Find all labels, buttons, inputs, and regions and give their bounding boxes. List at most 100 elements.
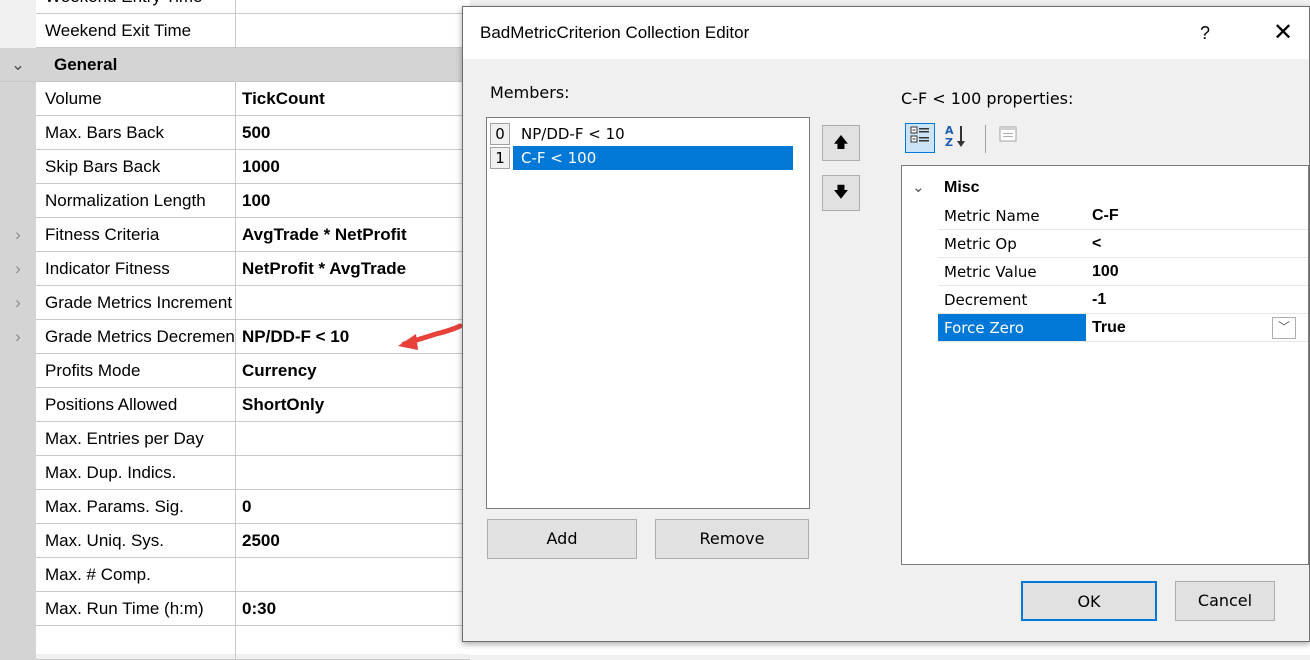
property-row[interactable]: Decrement -1 xyxy=(902,286,1308,314)
grid-row[interactable]: Max. # Comp. xyxy=(0,558,470,592)
category-misc[interactable]: ⌄ Misc xyxy=(902,174,1308,202)
grid-row[interactable]: Normalization Length 100 xyxy=(0,184,470,218)
grid-row-name: Grade Metrics Decrement xyxy=(45,320,236,353)
grid-row-value[interactable]: 0:30 xyxy=(242,592,462,625)
grid-row[interactable]: › Grade Metrics Increment xyxy=(0,286,470,320)
list-item-selected[interactable]: 1 C-F < 100 xyxy=(489,146,809,170)
grid-row[interactable]: Skip Bars Back 1000 xyxy=(0,150,470,184)
categorized-icon xyxy=(910,126,929,143)
grid-row-value[interactable]: 100 xyxy=(242,184,462,217)
grid-row-value[interactable]: 500 xyxy=(242,116,462,149)
grid-row-value[interactable] xyxy=(242,14,462,47)
background-footer xyxy=(470,640,1310,655)
chevron-right-icon[interactable]: › xyxy=(0,286,36,320)
dialog-title: BadMetricCriterion Collection Editor xyxy=(480,23,750,42)
row-gutter xyxy=(0,626,36,660)
grid-row[interactable]: Max. Params. Sig. 0 xyxy=(0,490,470,524)
grid-row-value[interactable]: 0 xyxy=(242,490,462,523)
property-pages-button[interactable] xyxy=(993,123,1023,153)
grid-row-name: Weekend Entry Time xyxy=(45,0,236,13)
grid-row-value[interactable]: AvgTrade * NetProfit xyxy=(242,218,462,251)
svg-text:Z: Z xyxy=(945,136,953,149)
chevron-down-icon[interactable]: ⌄ xyxy=(912,174,925,202)
add-button[interactable]: Add xyxy=(487,519,637,559)
grid-row-name: Max. Run Time (h:m) xyxy=(45,592,236,625)
grid-row[interactable]: Positions Allowed ShortOnly xyxy=(0,388,470,422)
chevron-down-icon: ﹀ xyxy=(1277,320,1290,334)
property-row[interactable]: Metric Value 100 xyxy=(902,258,1308,286)
category-name: Misc xyxy=(944,179,980,196)
row-gutter xyxy=(0,490,36,524)
cancel-button[interactable]: Cancel xyxy=(1175,581,1275,621)
grid-row-value[interactable]: 2500 xyxy=(242,524,462,557)
property-row-selected[interactable]: Force Zero True ﹀ xyxy=(902,314,1308,342)
alphabetical-button[interactable]: A Z xyxy=(941,123,971,153)
properties-grid: ⌄ Misc Metric Name C-F Metric Op < Metri… xyxy=(901,165,1309,565)
dropdown-button[interactable]: ﹀ xyxy=(1272,317,1296,339)
category-general[interactable]: ⌄ General xyxy=(0,48,470,82)
property-row[interactable]: Metric Name C-F xyxy=(902,202,1308,230)
grid-row-name: Max. Uniq. Sys. xyxy=(45,524,236,557)
row-gutter xyxy=(0,14,36,48)
member-text: C-F < 100 xyxy=(513,146,793,170)
property-value[interactable]: C-F xyxy=(1086,202,1308,230)
ok-button[interactable]: OK xyxy=(1021,581,1157,621)
grid-row-value[interactable]: 1000 xyxy=(242,150,462,183)
red-arrow-annotation xyxy=(398,323,463,350)
move-up-button[interactable]: 🡅 xyxy=(822,125,860,161)
property-name: Force Zero xyxy=(938,314,1086,342)
remove-button[interactable]: Remove xyxy=(655,519,809,559)
categorized-button[interactable] xyxy=(905,123,935,153)
row-gutter xyxy=(0,150,36,184)
grid-row-value[interactable] xyxy=(242,626,462,659)
row-gutter xyxy=(0,558,36,592)
property-value[interactable]: 100 xyxy=(1086,258,1308,286)
grid-row[interactable]: Max. Uniq. Sys. 2500 xyxy=(0,524,470,558)
grid-row-name: Max. Entries per Day xyxy=(45,422,236,455)
property-name: Decrement xyxy=(938,286,1086,314)
grid-row-value[interactable]: NetProfit * AvgTrade xyxy=(242,252,462,285)
title-bar[interactable]: BadMetricCriterion Collection Editor ? ✕ xyxy=(463,7,1309,59)
grid-row[interactable]: Volume TickCount xyxy=(0,82,470,116)
grid-row-name: Max. Params. Sig. xyxy=(45,490,236,523)
grid-row-value[interactable] xyxy=(242,422,462,455)
grid-row-value[interactable]: TickCount xyxy=(242,82,462,115)
chevron-right-icon[interactable]: › xyxy=(0,252,36,286)
grid-row-value[interactable] xyxy=(242,0,462,13)
grid-row[interactable]: Weekend Entry Time xyxy=(0,0,470,14)
grid-row-name: Fitness Criteria xyxy=(45,218,236,251)
grid-row-name: Skip Bars Back xyxy=(45,150,236,183)
row-gutter xyxy=(0,116,36,150)
list-item[interactable]: 0 NP/DD-F < 10 xyxy=(489,122,809,146)
row-gutter xyxy=(0,82,36,116)
properties-label: C-F < 100 properties: xyxy=(901,89,1074,108)
grid-row[interactable]: Max. Run Time (h:m) 0:30 xyxy=(0,592,470,626)
grid-row-value[interactable]: ShortOnly xyxy=(242,388,462,421)
close-button[interactable]: ✕ xyxy=(1263,15,1303,51)
property-pages-icon xyxy=(999,126,1017,142)
chevron-down-icon[interactable]: ⌄ xyxy=(0,48,36,82)
chevron-right-icon[interactable]: › xyxy=(0,320,36,354)
property-row[interactable]: Metric Op < xyxy=(902,230,1308,258)
grid-row[interactable]: Weekend Exit Time xyxy=(0,14,470,48)
grid-row-value[interactable] xyxy=(242,286,462,319)
grid-row[interactable]: Max. Entries per Day xyxy=(0,422,470,456)
grid-row[interactable]: Max. Bars Back 500 xyxy=(0,116,470,150)
members-label: Members: xyxy=(490,83,570,102)
toolbar-separator xyxy=(985,125,986,153)
collection-editor-dialog: BadMetricCriterion Collection Editor ? ✕… xyxy=(462,6,1310,642)
grid-row[interactable] xyxy=(0,626,470,660)
property-value[interactable]: < xyxy=(1086,230,1308,258)
property-name: Metric Op xyxy=(938,230,1086,258)
grid-row-value[interactable] xyxy=(242,558,462,591)
property-value[interactable]: -1 xyxy=(1086,286,1308,314)
grid-row[interactable]: › Indicator Fitness NetProfit * AvgTrade xyxy=(0,252,470,286)
grid-row[interactable]: Max. Dup. Indics. xyxy=(0,456,470,490)
chevron-right-icon[interactable]: › xyxy=(0,218,36,252)
grid-row-value[interactable] xyxy=(242,456,462,489)
help-button[interactable]: ? xyxy=(1185,15,1225,51)
grid-row[interactable]: › Fitness Criteria AvgTrade * NetProfit xyxy=(0,218,470,252)
members-list[interactable]: 0 NP/DD-F < 10 1 C-F < 100 xyxy=(486,117,810,509)
arrow-up-icon: 🡅 xyxy=(833,134,849,151)
move-down-button[interactable]: 🡇 xyxy=(822,175,860,211)
